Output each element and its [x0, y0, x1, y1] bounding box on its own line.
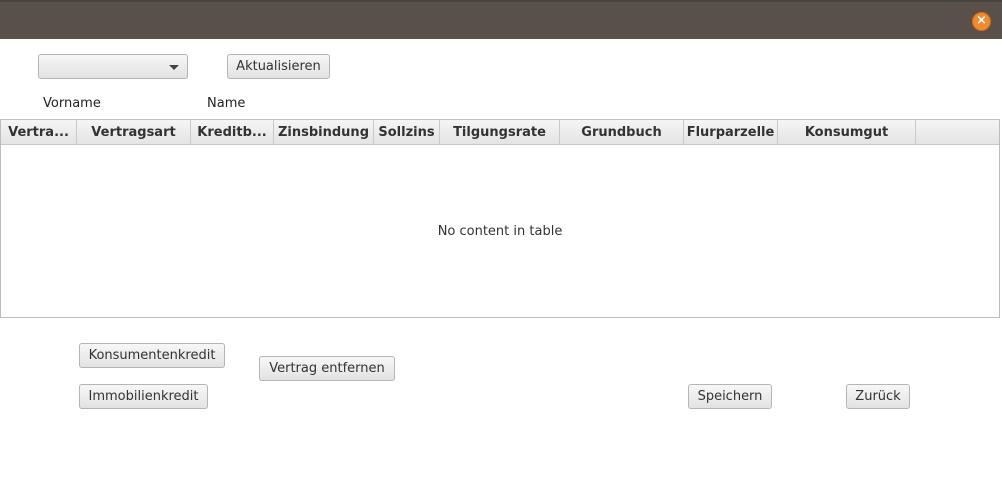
table-header: Vertra... Vertragsart Kreditb... Zinsbin… [1, 120, 999, 145]
column-header-repayment[interactable]: Tilgungsrate [440, 120, 560, 145]
table-placeholder: No content in table [437, 224, 563, 239]
column-header-contract-type[interactable]: Vertragsart [77, 120, 191, 145]
column-header-interest-period[interactable]: Zinsbindung [274, 120, 374, 145]
window-titlebar: × [0, 0, 1002, 39]
close-icon[interactable]: × [972, 12, 991, 31]
column-header-parcel[interactable]: Flurparzelle [684, 120, 778, 145]
save-button[interactable]: Speichern [688, 384, 772, 409]
lastname-label: Name [207, 96, 246, 111]
column-header-consumer-good[interactable]: Konsumgut [778, 120, 916, 145]
firstname-label: Vorname [43, 96, 101, 111]
column-header-contract[interactable]: Vertra... [1, 120, 77, 145]
back-button[interactable]: Zurück [846, 384, 910, 409]
consumer-credit-button[interactable]: Konsumentenkredit [79, 343, 225, 368]
real-estate-credit-button[interactable]: Immobilienkredit [79, 384, 208, 409]
column-header-land-register[interactable]: Grundbuch [560, 120, 684, 145]
customer-select[interactable] [38, 54, 188, 79]
remove-contract-button[interactable]: Vertrag entfernen [259, 356, 395, 381]
refresh-button[interactable]: Aktualisieren [227, 54, 330, 79]
column-header-interest-rate[interactable]: Sollzins [374, 120, 440, 145]
chevron-down-icon [169, 65, 179, 70]
contracts-table[interactable]: Vertra... Vertragsart Kreditb... Zinsbin… [0, 119, 1000, 318]
column-header-credit[interactable]: Kreditb... [191, 120, 274, 145]
